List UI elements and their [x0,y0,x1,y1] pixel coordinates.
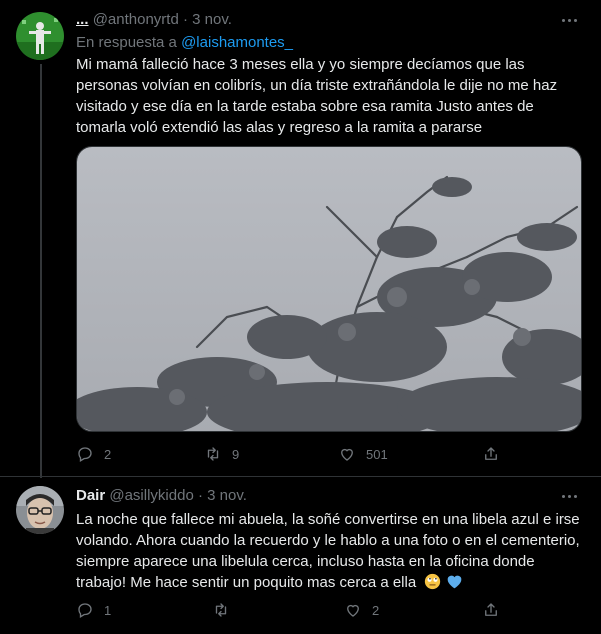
tweet-actions: 2 9 501 [76,444,516,464]
user-handle[interactable]: @anthonyrtd [93,11,179,28]
tweet-header: Dair @asillykiddo · 3 nov. [76,486,247,506]
tweet-anthonyrtd[interactable]: ... @anthonyrtd · 3 nov. En respuesta a … [0,0,601,476]
face-with-rolling-eyes-icon [424,573,441,596]
display-name[interactable]: Dair [76,487,105,504]
reply-count: 1 [104,602,112,618]
like-button[interactable]: 501 [338,444,388,464]
tweet-header: ... @anthonyrtd · 3 nov. [76,10,232,30]
like-count: 2 [372,602,380,618]
reply-icon [78,447,92,462]
reply-icon [78,603,92,618]
reply-mention-link[interactable]: @laishamontes_ [181,34,293,51]
timestamp[interactable]: 3 nov. [207,487,247,504]
reply-button[interactable]: 2 [76,444,111,464]
reply-count: 2 [104,446,112,462]
heart-icon [347,604,359,617]
more-options-button[interactable] [557,486,581,506]
avatar[interactable] [16,486,64,534]
timestamp[interactable]: 3 nov. [192,11,232,28]
retweet-icon [215,603,227,617]
tweet-text: La noche que fallece mi abuela, la soñé … [76,509,586,596]
tweet-text-body: La noche que fallece mi abuela, la soñé … [76,511,580,591]
tweet-text: Mi mamá falleció hace 3 meses ella y yo … [76,56,558,136]
more-options-button[interactable] [557,10,581,30]
share-button[interactable] [482,444,500,464]
like-count: 501 [366,446,388,462]
avatar[interactable] [16,12,64,60]
like-button[interactable]: 2 [344,600,379,620]
tweet-actions: 1 2 [76,600,516,620]
heart-icon [341,448,353,461]
reply-prefix: En respuesta a [76,34,177,51]
display-name[interactable]: ... [76,11,89,28]
tweet-photo[interactable] [76,146,582,432]
separator-dot: · [182,11,188,28]
tweet-asillykiddo[interactable]: Dair @asillykiddo · 3 nov. La noche que … [0,477,601,634]
share-icon [485,447,497,460]
retweet-count: 9 [232,446,240,462]
retweet-button[interactable] [212,600,240,620]
retweet-icon [207,447,219,461]
share-icon [485,603,497,616]
blue-heart-icon [446,573,463,596]
share-button[interactable] [482,600,500,620]
retweet-button[interactable]: 9 [204,444,239,464]
user-handle[interactable]: @asillykiddo [109,487,193,504]
tree-branches-photo [77,147,581,431]
reply-button[interactable]: 1 [76,600,111,620]
separator-dot: · [197,487,203,504]
reply-context: En respuesta a @laishamontes_ [76,34,293,51]
